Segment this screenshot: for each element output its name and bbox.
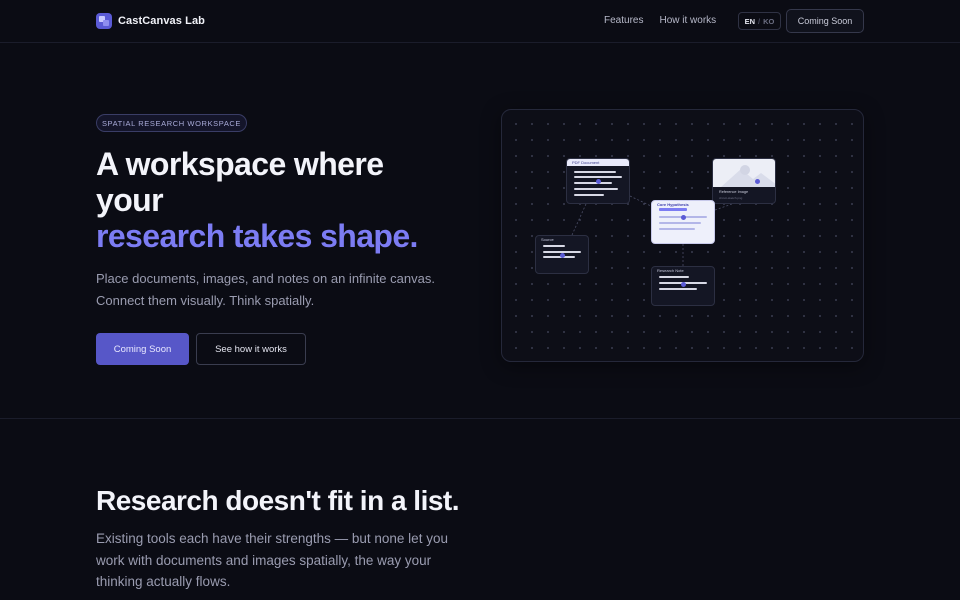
source-card[interactable]: Source [535, 235, 589, 274]
text-line [543, 245, 565, 247]
text-line [574, 171, 616, 173]
highlight-line [659, 208, 687, 211]
connector-dot-icon[interactable] [596, 179, 601, 184]
research-note-card[interactable]: Research Note [651, 266, 715, 306]
language-toggle[interactable]: EN / KO [738, 12, 781, 30]
text-line [574, 194, 604, 196]
text-line [659, 276, 689, 278]
text-line [659, 288, 697, 290]
core-hypothesis-card[interactable]: Core Hypothesis [651, 200, 715, 244]
hero-subtitle: Place documents, images, and notes on an… [96, 271, 435, 308]
text-line [574, 188, 618, 190]
nav-coming-soon-button[interactable]: Coming Soon [786, 9, 864, 33]
text-line [659, 222, 701, 224]
connector-dot-icon[interactable] [560, 253, 565, 258]
lang-ko[interactable]: KO [763, 17, 774, 26]
top-nav: CastCanvas Lab Features How it works EN … [0, 0, 960, 43]
coming-soon-button[interactable]: Coming Soon [96, 333, 189, 365]
logo-icon [96, 13, 112, 29]
section-subtitle: Existing tools each have their strengths… [96, 531, 448, 589]
note-card-title: Research Note [657, 268, 684, 273]
source-card-title: Source [541, 237, 554, 242]
text-line [659, 228, 695, 230]
text-line [543, 256, 575, 258]
section-divider [0, 418, 960, 419]
nav-link-features[interactable]: Features [604, 15, 643, 26]
section-title: Research doesn't fit in a list. [96, 485, 460, 516]
nav-link-how-it-works[interactable]: How it works [659, 15, 716, 26]
hero-badge: SPATIAL RESEARCH WORKSPACE [96, 114, 247, 132]
image-card-title: Reference Image [719, 190, 749, 194]
nav-links: Features How it works [604, 15, 716, 26]
hero-title-line: A workspace where your [96, 146, 384, 218]
lang-separator: / [758, 16, 761, 26]
pdf-card-title: PDF Document [567, 159, 629, 166]
image-card-filename: circuit-sketch.png [719, 196, 743, 200]
hypothesis-card-title: Core Hypothesis [657, 202, 689, 207]
image-placeholder-icon [713, 159, 775, 187]
text-line [574, 176, 622, 178]
hero-title: A workspace where your research takes sh… [96, 146, 456, 254]
see-how-it-works-button[interactable]: See how it works [196, 333, 306, 365]
connector-dot-icon[interactable] [755, 179, 760, 184]
connector-dot-icon[interactable] [681, 282, 686, 287]
canvas-preview: PDF Document Reference Image circuit-ske… [501, 109, 864, 362]
connector-dot-icon[interactable] [681, 215, 686, 220]
text-line [574, 182, 612, 184]
lang-en[interactable]: EN [745, 17, 755, 26]
hero-title-accent: research takes shape. [96, 218, 418, 254]
brand-name: CastCanvas Lab [118, 15, 205, 27]
brand[interactable]: CastCanvas Lab [96, 12, 205, 30]
pdf-document-card[interactable]: PDF Document [566, 158, 630, 204]
reference-image-card[interactable]: Reference Image circuit-sketch.png [712, 158, 776, 204]
